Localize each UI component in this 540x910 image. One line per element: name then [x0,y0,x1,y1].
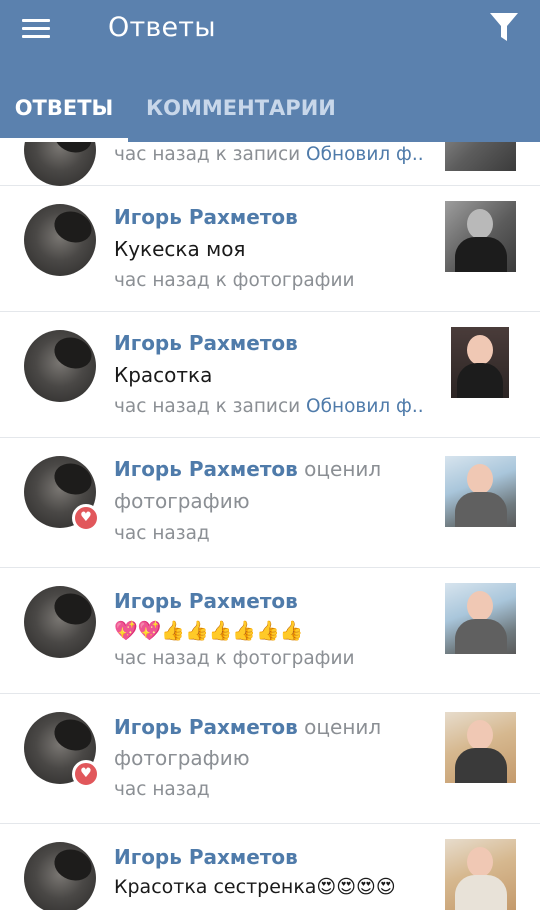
photo-thumbnail[interactable] [445,456,516,527]
tab-comments[interactable]: КОММЕНТАРИИ [146,86,336,142]
heart-icon: ♥ [72,504,100,532]
post-link[interactable]: Обновил ф.. [306,396,424,417]
photo-thumbnail[interactable] [445,201,516,272]
author-name[interactable]: Игорь Рахметов [114,589,298,613]
author-name[interactable]: Игорь Рахметов [114,457,298,481]
item-meta: час назад к записи Обновил ф.. [114,396,424,417]
avatar[interactable] [24,842,96,910]
filter-icon[interactable] [486,8,522,46]
avatar[interactable] [24,330,96,402]
item-meta: час назад к записи Обновил ф.. [114,144,424,165]
photo-thumbnail[interactable] [445,583,516,654]
reply-text: Кукеска моя [114,237,246,261]
item-meta: час назад [114,779,210,800]
avatar[interactable] [24,204,96,276]
item-meta: час назад к фотографии [114,270,355,291]
like-object: фотографию [114,746,250,770]
reply-text: Красотка сестренка😍😍😍😍 [114,876,396,898]
item-meta: час назад [114,523,210,544]
photo-thumbnail[interactable] [445,839,516,910]
like-line: Игорь Рахметов оценил [114,457,382,481]
list-item[interactable]: Игорь Рахметов Красотка сестренка😍😍😍😍 [0,824,540,910]
app-bar: Ответы ОТВЕТЫ КОММЕНТАРИИ [0,0,540,142]
like-object: фотографию [114,489,250,513]
like-line: Игорь Рахметов оценил [114,715,382,739]
list-item[interactable]: Игорь Рахметов Красотка час назад к запи… [0,312,540,438]
author-name[interactable]: Игорь Рахметов [114,205,298,229]
list-item[interactable]: Игорь Рахметов Кукеска моя час назад к ф… [0,186,540,312]
avatar[interactable] [24,586,96,658]
heart-icon: ♥ [72,760,100,788]
list-item[interactable]: ♥ Игорь Рахметов оценил фотографию час н… [0,694,540,824]
photo-thumbnail[interactable] [445,712,516,783]
item-meta: час назад к фотографии [114,648,355,669]
tab-bar: ОТВЕТЫ КОММЕНТАРИИ [0,86,540,142]
reply-text: 💖💖👍👍👍👍👍👍 [114,620,304,642]
reply-text: Красотка [114,363,213,387]
photo-thumbnail[interactable] [451,327,509,398]
page-title: Ответы [108,12,216,43]
author-name[interactable]: Игорь Рахметов [114,331,298,355]
list-item[interactable]: Игорь Рахметов 💖💖👍👍👍👍👍👍 час назад к фото… [0,568,540,694]
tab-answers[interactable]: ОТВЕТЫ [0,86,128,142]
author-name[interactable]: Игорь Рахметов [114,715,298,739]
post-link[interactable]: Обновил ф.. [306,144,424,165]
menu-icon[interactable] [14,14,58,44]
list-item[interactable]: ♥ Игорь Рахметов оценил фотографию час н… [0,438,540,568]
author-name[interactable]: Игорь Рахметов [114,845,298,869]
